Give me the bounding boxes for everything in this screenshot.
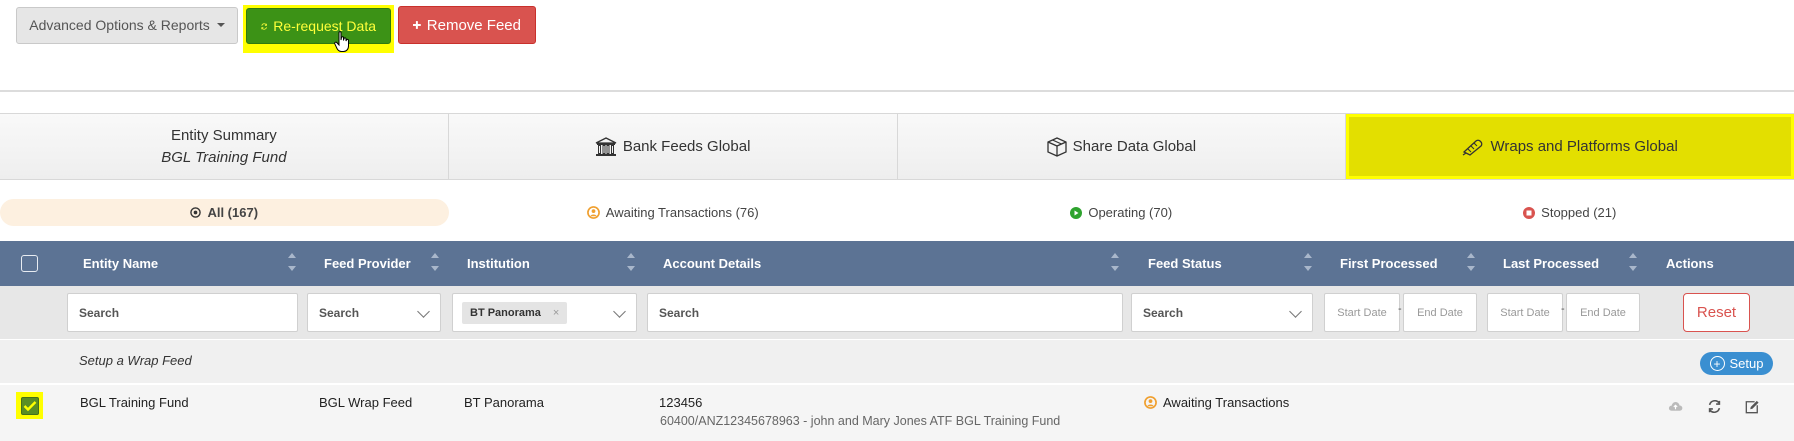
cell-account-number: 123456 xyxy=(659,395,703,410)
cell-feed-provider: BGL Wrap Feed xyxy=(319,395,413,410)
bank-icon xyxy=(595,136,617,157)
filter-operating[interactable]: Operating (70) xyxy=(897,199,1346,226)
date-separator: - xyxy=(1398,303,1402,315)
filter-stopped-label: Stopped (21) xyxy=(1541,205,1617,220)
filter-stopped[interactable]: Stopped (21) xyxy=(1346,199,1794,226)
refresh-icon xyxy=(261,22,267,30)
col-first-processed[interactable]: First Processed xyxy=(1340,241,1438,286)
table-header: Entity Name Feed Provider Institution Ac… xyxy=(0,241,1794,286)
tab-bank-feeds-global[interactable]: Bank Feeds Global xyxy=(448,114,898,179)
institution-select[interactable]: BT Panorama × xyxy=(452,293,637,332)
refresh-icon[interactable] xyxy=(1708,400,1721,413)
institution-chip: BT Panorama × xyxy=(462,301,568,324)
status-search-select[interactable]: Search xyxy=(1131,293,1313,332)
box-icon xyxy=(1047,136,1067,157)
entity-search-input[interactable]: Search xyxy=(67,293,298,332)
sort-institution-icon[interactable] xyxy=(626,251,636,275)
col-entity-name[interactable]: Entity Name xyxy=(83,241,158,286)
filter-awaiting[interactable]: Awaiting Transactions (76) xyxy=(449,199,898,226)
plus-circle-icon: + xyxy=(1709,356,1725,371)
reset-button[interactable]: Reset xyxy=(1683,293,1750,332)
tab-bank-feeds-label: Bank Feeds Global xyxy=(622,138,751,155)
tab-entity-summary-label: Entity Summary xyxy=(170,126,277,144)
tab-share-data-label: Share Data Global xyxy=(1072,138,1197,155)
column-filter-row: Search Search BT Panorama × Search Searc… xyxy=(0,286,1794,339)
col-actions: Actions xyxy=(1666,256,1714,271)
date-separator: - xyxy=(1561,303,1565,315)
sort-account-details-icon[interactable] xyxy=(1110,251,1120,275)
sort-entity-name-icon[interactable] xyxy=(287,251,297,275)
provider-search-select[interactable]: Search xyxy=(307,293,441,332)
setup-wrap-feed-label: Setup a Wrap Feed xyxy=(79,353,192,368)
awaiting-icon xyxy=(586,206,600,219)
status-filters: All (167) Awaiting Transactions (76) Ope… xyxy=(0,199,1794,226)
toolbar-divider xyxy=(0,90,1794,92)
tab-wraps-platforms-global[interactable]: Wraps and Platforms Global xyxy=(1346,114,1794,179)
edit-icon[interactable] xyxy=(1745,400,1759,414)
row-checkbox-highlight xyxy=(16,392,43,419)
wrap-icon xyxy=(1462,138,1484,156)
last-processed-end-date[interactable]: End Date xyxy=(1566,293,1640,332)
hand-cursor-icon xyxy=(334,31,349,52)
stop-icon xyxy=(1523,206,1536,219)
target-icon xyxy=(190,207,202,218)
advanced-options-dropdown[interactable]: Advanced Options & Reports xyxy=(16,6,238,44)
table-row[interactable]: BGL Training Fund BGL Wrap Feed BT Panor… xyxy=(0,385,1794,441)
filter-all[interactable]: All (167) xyxy=(0,199,449,226)
rerequest-data-button[interactable]: Re-request Data xyxy=(246,8,391,44)
chevron-down-icon xyxy=(1289,305,1302,318)
cloud-upload-icon[interactable] xyxy=(1668,400,1683,412)
col-account-details[interactable]: Account Details xyxy=(663,241,761,286)
remove-feed-label: Remove Feed xyxy=(426,16,521,34)
tab-entity-summary-fund: BGL Training Fund xyxy=(161,148,287,166)
plus-icon xyxy=(413,21,421,29)
chip-remove-icon[interactable]: × xyxy=(553,307,559,319)
advanced-options-label: Advanced Options & Reports xyxy=(29,17,210,33)
cell-account-description: 60400/ANZ12345678963 - john and Mary Jon… xyxy=(660,414,1061,428)
col-institution[interactable]: Institution xyxy=(467,241,530,286)
col-feed-status[interactable]: Feed Status xyxy=(1148,241,1222,286)
cell-institution: BT Panorama xyxy=(464,395,544,410)
chevron-down-icon xyxy=(613,305,626,318)
toolbar: Advanced Options & Reports Re-request Da… xyxy=(16,5,536,53)
tab-wraps-platforms-label: Wraps and Platforms Global xyxy=(1490,138,1678,155)
filter-all-label: All (167) xyxy=(207,205,259,220)
last-processed-start-date[interactable]: Start Date xyxy=(1487,293,1563,332)
status-search-placeholder: Search xyxy=(1143,305,1184,320)
sort-last-processed-icon[interactable] xyxy=(1628,251,1638,275)
chevron-down-icon xyxy=(417,305,430,318)
first-processed-end-date[interactable]: End Date xyxy=(1403,293,1477,332)
sort-feed-status-icon[interactable] xyxy=(1303,251,1313,275)
play-icon xyxy=(1070,206,1083,219)
setup-button[interactable]: + Setup xyxy=(1700,352,1773,375)
cell-feed-status: Awaiting Transactions xyxy=(1144,395,1289,410)
sort-first-processed-icon[interactable] xyxy=(1466,251,1476,275)
first-processed-start-date[interactable]: Start Date xyxy=(1324,293,1400,332)
setup-wrap-feed-row: Setup a Wrap Feed + Setup xyxy=(0,339,1794,383)
filter-awaiting-label: Awaiting Transactions (76) xyxy=(605,205,759,220)
cell-entity-name: BGL Training Fund xyxy=(80,395,189,410)
institution-chip-label: BT Panorama xyxy=(470,306,541,319)
caret-down-icon xyxy=(216,23,225,27)
remove-feed-button[interactable]: Remove Feed xyxy=(398,6,536,44)
provider-search-placeholder: Search xyxy=(319,305,360,320)
awaiting-icon xyxy=(1144,396,1157,409)
account-search-input[interactable]: Search xyxy=(647,293,1123,332)
filter-operating-label: Operating (70) xyxy=(1088,205,1173,220)
sort-feed-provider-icon[interactable] xyxy=(430,251,440,275)
tab-entity-summary[interactable]: Entity Summary BGL Training Fund xyxy=(0,114,449,179)
feed-tabs: Entity Summary BGL Training Fund Bank Fe… xyxy=(0,113,1794,180)
col-last-processed[interactable]: Last Processed xyxy=(1503,241,1599,286)
feed-status-label: Awaiting Transactions xyxy=(1163,395,1290,410)
rerequest-label: Re-request Data xyxy=(273,18,376,34)
col-feed-provider[interactable]: Feed Provider xyxy=(324,241,411,286)
checkmark-icon xyxy=(23,400,36,411)
select-all-checkbox[interactable] xyxy=(21,255,38,272)
setup-button-label: Setup xyxy=(1729,356,1764,371)
rerequest-highlight: Re-request Data xyxy=(243,5,394,53)
row-checkbox[interactable] xyxy=(20,396,39,415)
tab-share-data-global[interactable]: Share Data Global xyxy=(897,114,1347,179)
